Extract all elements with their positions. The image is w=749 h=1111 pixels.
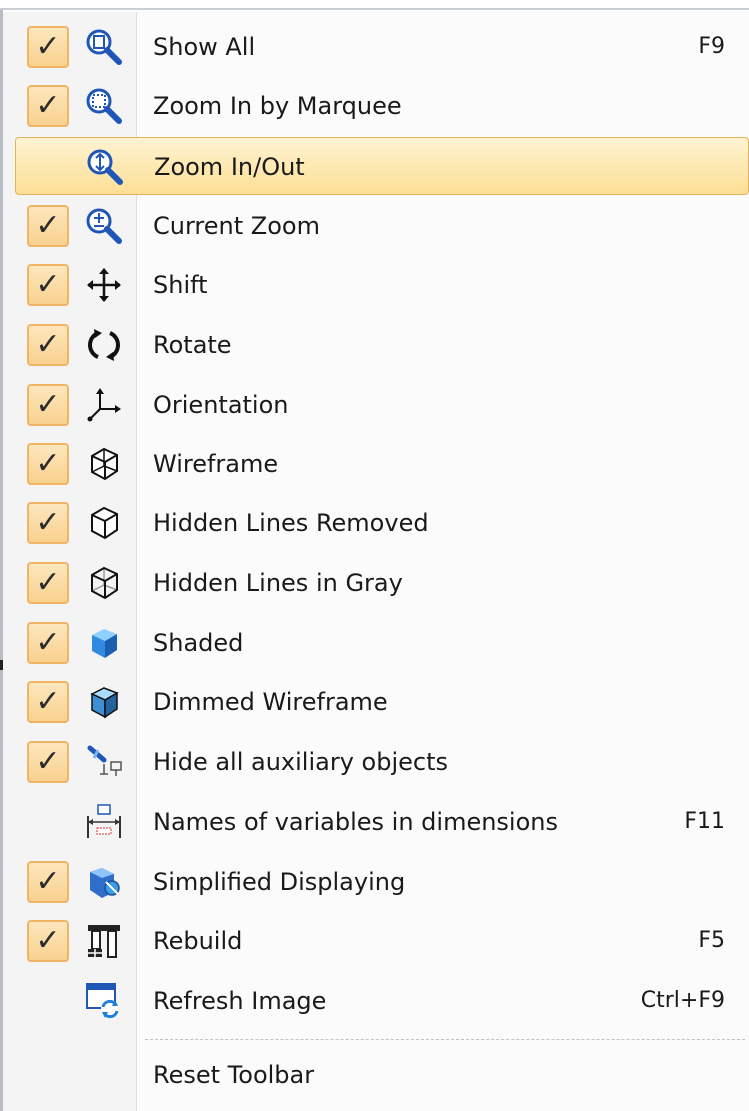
magnifier-page-icon [84,27,124,67]
menu-item-label: Show All [153,33,256,61]
menu-item-hidden-lines-removed[interactable]: ✓ Hidden Lines Removed [3,494,749,552]
gray-lines-cube-icon [84,563,124,603]
checkmark-icon: ✓ [27,861,69,903]
menu-item-rebuild[interactable]: ✓ Rebuild F5 [3,912,749,970]
menu-item-hide-auxiliary-objects[interactable]: ✓ Hide all auxiliary objects [3,733,749,791]
checkmark-icon: ✓ [27,562,69,604]
menu-item-label: Names of variables in dimensions [153,808,558,836]
menu-separator [145,1039,745,1040]
menu-item-label: Zoom In/Out [154,153,305,181]
checkmark-icon: ✓ [27,26,69,68]
menu-item-orientation[interactable]: ✓ Orientation [3,376,749,434]
checkmark-icon: ✓ [27,264,69,306]
dimmed-cube-icon [84,682,124,722]
menu-item-wireframe[interactable]: ✓ Wireframe [3,435,749,493]
checkmark-icon: ✓ [27,443,69,485]
checkmark-icon: ✓ [27,622,69,664]
checkmark-icon: ✓ [27,741,69,783]
menu-item-shortcut: F5 [698,928,725,953]
refresh-image-icon [84,981,124,1021]
menu-item-label: Shift [153,271,208,299]
simplified-display-icon [84,862,124,902]
rotate-arrows-icon [84,325,124,365]
menu-item-label: Rebuild [153,927,243,955]
menu-item-label: Dimmed Wireframe [153,688,388,716]
menu-item-label: Current Zoom [153,212,320,240]
auxiliary-objects-icon [84,742,124,782]
menu-item-shaded[interactable]: ✓ Shaded [3,614,749,672]
rebuild-icon [84,921,124,961]
menu-item-label: Hidden Lines Removed [153,509,429,537]
checkmark-icon: ✓ [27,502,69,544]
shaded-cube-icon [84,623,124,663]
menu-item-reset-toolbar[interactable]: Reset Toolbar [3,1046,749,1104]
checkmark-icon: ✓ [27,324,69,366]
menu-item-label: Hide all auxiliary objects [153,748,449,776]
axes-orientation-icon [84,385,124,425]
checkmark-icon: ✓ [27,85,69,127]
menu-item-simplified-displaying[interactable]: ✓ Simplified Displaying [3,853,749,911]
move-arrows-icon [84,265,124,305]
menu-item-shortcut: F11 [684,809,725,834]
menu-item-rotate[interactable]: ✓ Rotate [3,316,749,374]
menu-item-current-zoom[interactable]: ✓ Current Zoom [3,197,749,255]
menu-item-shift[interactable]: ✓ Shift [3,256,749,314]
menu-item-label: Orientation [153,391,289,419]
menu-item-label: Wireframe [153,450,279,478]
magnifier-updown-icon [85,147,125,187]
wireframe-cube-icon [84,444,124,484]
toolbar-context-menu: ✓ Show All F9 ✓ Zoom In by Marquee Zoom … [3,12,749,1111]
menu-item-zoom-in-by-marquee[interactable]: ✓ Zoom In by Marquee [3,77,749,135]
menu-item-label: Simplified Displaying [153,868,406,896]
menu-item-zoom-in-out[interactable]: Zoom In/Out [15,137,749,195]
menu-item-shortcut: Ctrl+F9 [640,988,725,1013]
checkmark-icon: ✓ [27,384,69,426]
menu-item-show-all[interactable]: ✓ Show All F9 [3,18,749,76]
menu-item-label: Zoom In by Marquee [153,92,402,120]
menu-item-hidden-lines-in-gray[interactable]: ✓ Hidden Lines in Gray [3,554,749,612]
menu-item-label: Hidden Lines in Gray [153,569,403,597]
hidden-lines-cube-icon [84,503,124,543]
menu-item-label: Refresh Image [153,987,327,1015]
menu-item-dimmed-wireframe[interactable]: ✓ Dimmed Wireframe [3,673,749,731]
checkmark-icon: ✓ [27,681,69,723]
menu-item-names-of-variables[interactable]: Names of variables in dimensions F11 [3,793,749,851]
menu-item-label: Reset Toolbar [153,1061,315,1089]
window-top-border [0,0,749,12]
magnifier-plusminus-icon [84,206,124,246]
menu-item-label: Rotate [153,331,232,359]
menu-item-label: Shaded [153,629,244,657]
checkmark-icon: ✓ [27,920,69,962]
magnifier-marquee-icon [84,86,124,126]
checkmark-icon: ✓ [27,205,69,247]
dimension-variables-icon [84,802,124,842]
menu-item-refresh-image[interactable]: Refresh Image Ctrl+F9 [3,972,749,1030]
menu-item-shortcut: F9 [698,34,725,59]
